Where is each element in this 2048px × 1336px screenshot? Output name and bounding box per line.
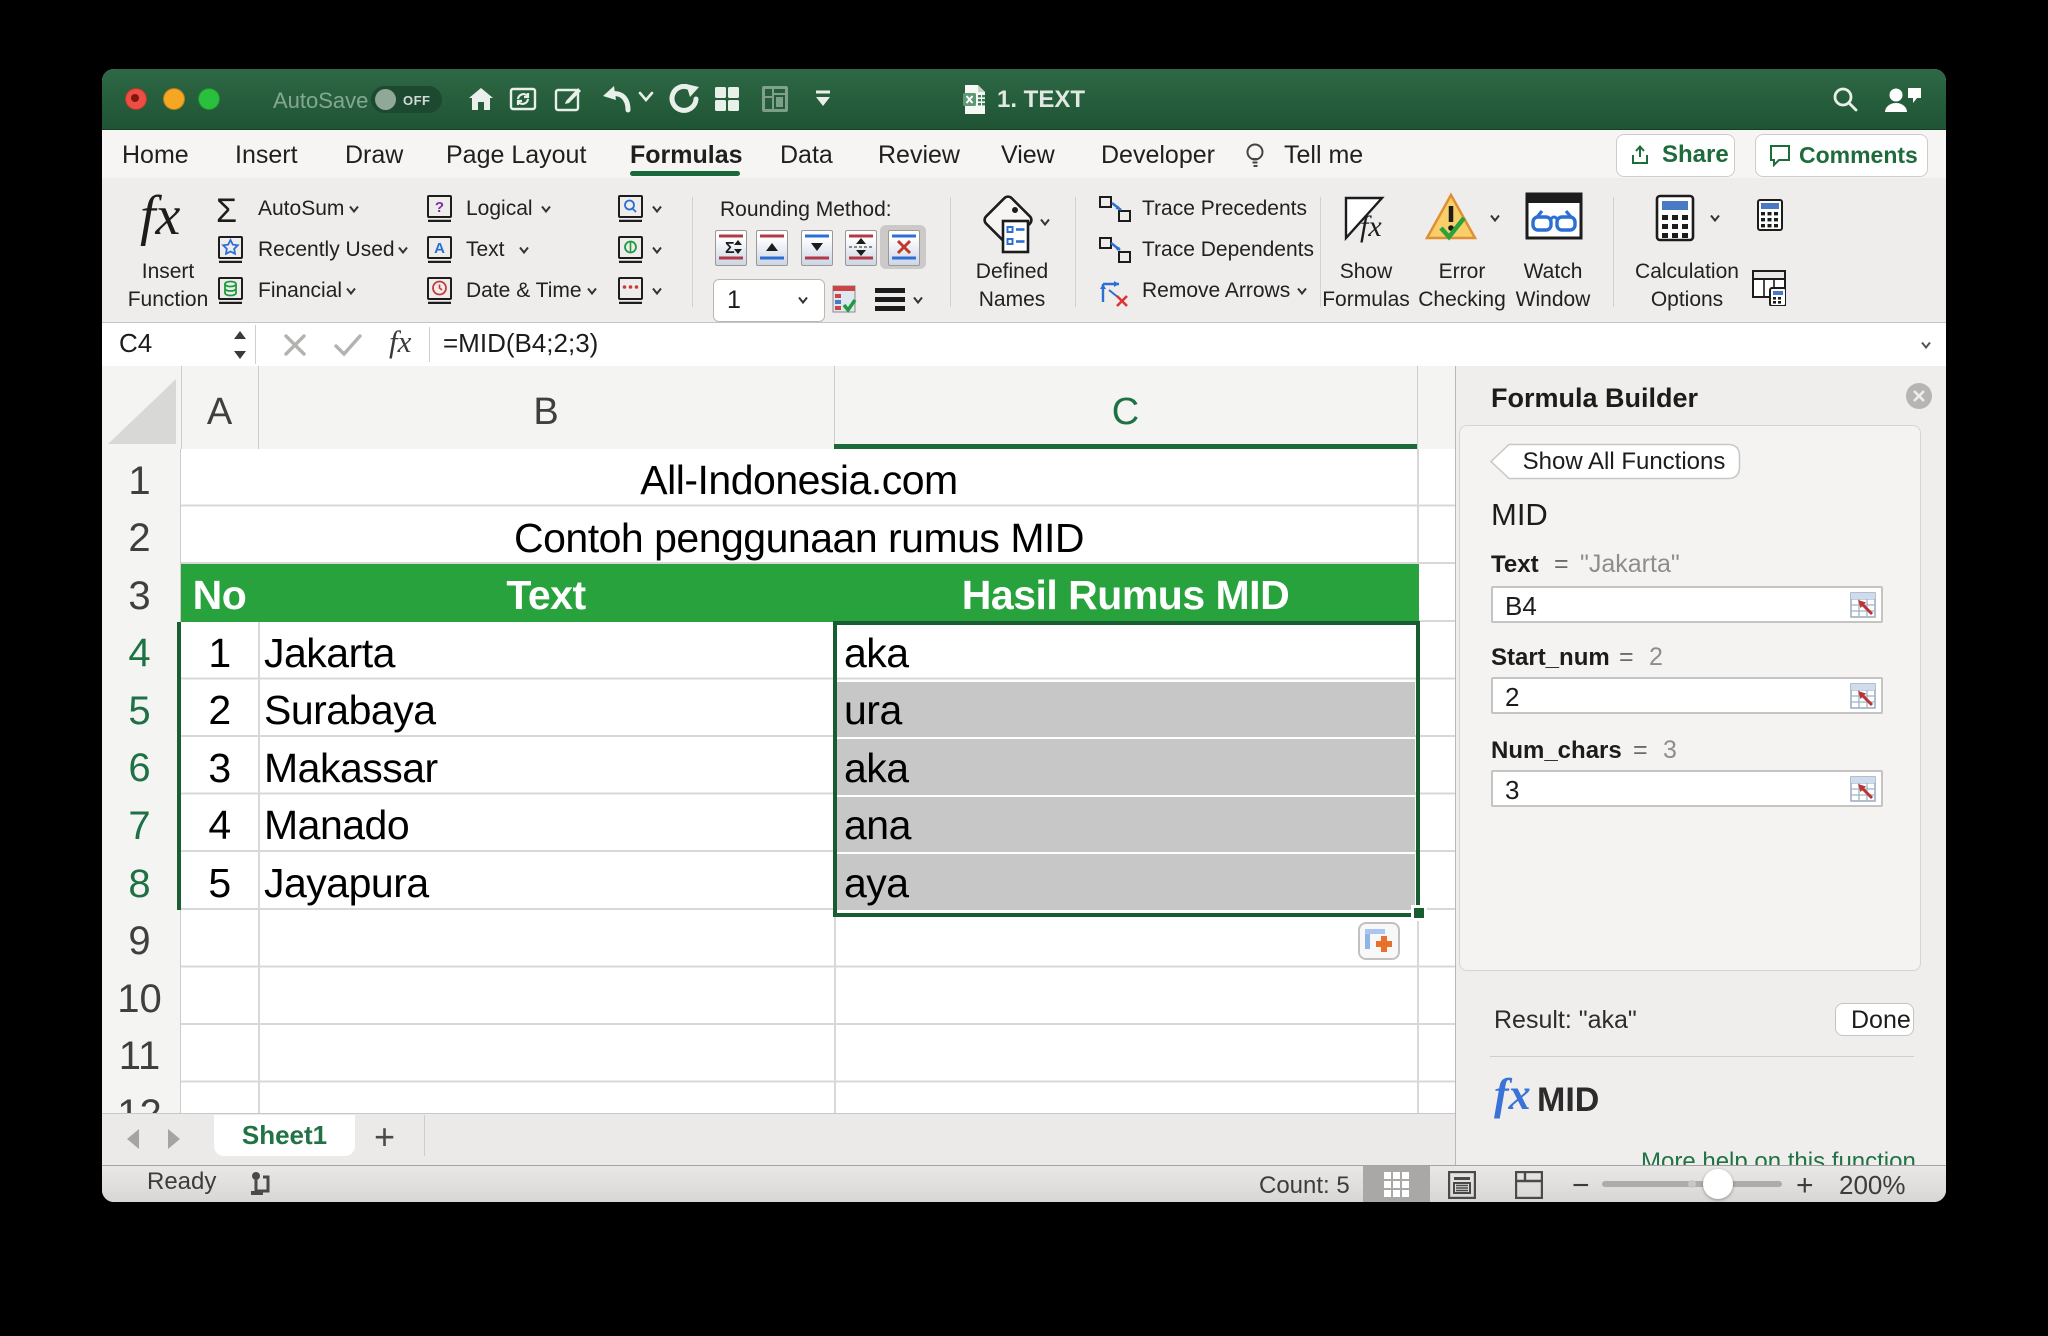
svg-text:fx: fx (1360, 210, 1382, 243)
svg-text:Show All Functions: Show All Functions (1523, 448, 1726, 475)
svg-text:?: ? (435, 199, 444, 216)
svg-text:A: A (434, 240, 445, 257)
svg-text:Σ: Σ (725, 240, 735, 257)
